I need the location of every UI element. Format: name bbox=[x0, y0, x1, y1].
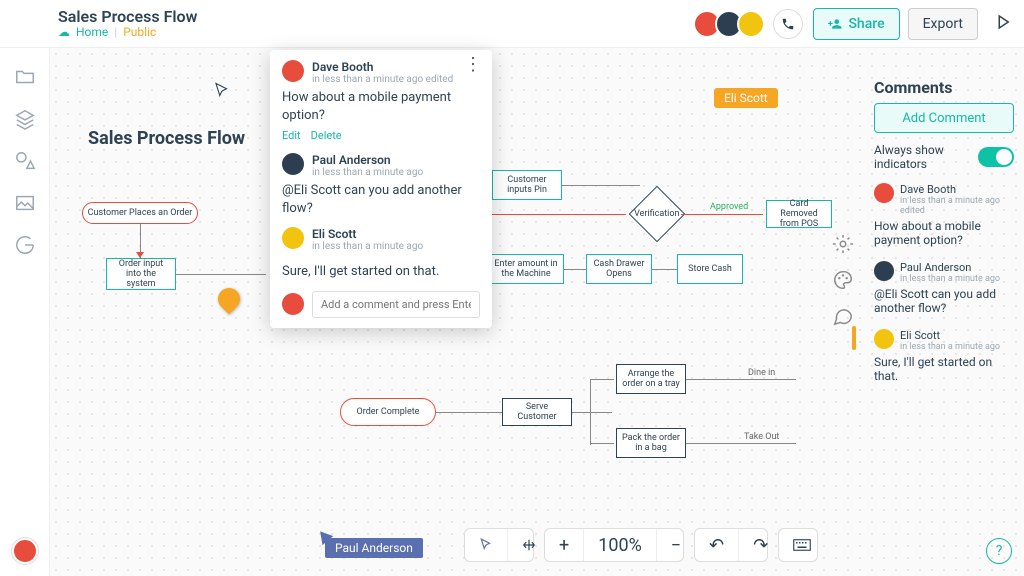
topbar: Sales Process Flow ☁ Home | Public Share… bbox=[0, 0, 1024, 48]
keyboard-icon[interactable] bbox=[779, 529, 825, 561]
breadcrumb: ☁ Home | Public bbox=[58, 26, 197, 39]
redo-button[interactable]: ↷ bbox=[739, 529, 782, 561]
kebab-menu-icon[interactable]: ⋮ bbox=[464, 60, 482, 69]
undo-button[interactable]: ↶ bbox=[695, 529, 739, 561]
edit-link[interactable]: Edit bbox=[282, 129, 301, 142]
avatar bbox=[282, 227, 304, 249]
node-enteramount[interactable]: Enter amount in the Machine bbox=[488, 254, 564, 284]
panel-comment[interactable]: Paul Andersonin less than a minute ago @… bbox=[874, 261, 1014, 315]
select-tool[interactable] bbox=[465, 529, 508, 561]
avatar bbox=[282, 293, 304, 315]
comment-input[interactable] bbox=[312, 291, 480, 318]
panel-title: Comments bbox=[874, 78, 1014, 97]
node-serve[interactable]: Serve Customer bbox=[502, 398, 572, 426]
panel-comment[interactable]: Eli Scottin less than a minute ago Sure,… bbox=[874, 329, 1014, 383]
user-highlight: Eli Scott bbox=[714, 88, 778, 108]
shapes-icon[interactable] bbox=[14, 150, 36, 172]
palette-icon[interactable] bbox=[832, 269, 854, 291]
node-sysinput[interactable]: Order input into the system bbox=[106, 258, 176, 290]
node-cardremove[interactable]: Card Removed from POS bbox=[766, 200, 832, 228]
breadcrumb-home[interactable]: Home bbox=[76, 26, 108, 39]
export-button[interactable]: Export bbox=[908, 8, 978, 40]
history-group: ↶ ↷ bbox=[694, 528, 768, 562]
comments-icon[interactable] bbox=[832, 305, 854, 327]
node-start[interactable]: Customer Places an Order bbox=[82, 202, 198, 224]
presence-avatars[interactable] bbox=[699, 10, 765, 38]
breadcrumb-visibility[interactable]: Public bbox=[123, 26, 156, 39]
always-show-label: Always show indicators bbox=[874, 143, 974, 171]
zoom-in[interactable]: + bbox=[545, 529, 584, 561]
comment-thread-popup: ⋮ Dave Boothin less than a minute ago ed… bbox=[270, 50, 492, 328]
present-button[interactable] bbox=[994, 13, 1012, 35]
diagram-title[interactable]: Sales Process Flow bbox=[88, 128, 245, 149]
always-show-toggle[interactable] bbox=[978, 147, 1014, 167]
node-custpin[interactable]: Customer inputs Pin bbox=[492, 170, 562, 200]
node-storecash[interactable]: Store Cash bbox=[677, 254, 743, 284]
avatar bbox=[282, 153, 304, 175]
node-arrangetray[interactable]: Arrange the order on a tray bbox=[616, 364, 686, 394]
comments-panel: Comments Add Comment Always show indicat… bbox=[864, 78, 1024, 397]
doc-title[interactable]: Sales Process Flow bbox=[58, 8, 197, 26]
image-icon[interactable] bbox=[14, 192, 36, 214]
cursor-icon bbox=[213, 82, 231, 105]
live-cursor-label: Paul Anderson bbox=[325, 538, 423, 558]
node-packbag[interactable]: Pack the order in a bag bbox=[616, 428, 686, 458]
left-sidebar bbox=[0, 48, 50, 576]
pointer-tool-group bbox=[464, 528, 534, 562]
avatar bbox=[874, 183, 894, 203]
share-button[interactable]: Share bbox=[813, 8, 899, 40]
gear-icon[interactable] bbox=[832, 233, 854, 255]
cloud-icon: ☁ bbox=[58, 26, 70, 39]
avatar bbox=[874, 261, 894, 281]
google-icon[interactable] bbox=[14, 234, 36, 256]
right-tool-rail bbox=[832, 233, 854, 327]
edge-dinein: Dine in bbox=[748, 368, 775, 378]
avatar bbox=[874, 329, 894, 349]
my-avatar[interactable] bbox=[12, 538, 38, 564]
call-button[interactable] bbox=[773, 9, 803, 39]
user-plus-icon bbox=[828, 17, 842, 31]
comment-indicator[interactable] bbox=[213, 283, 244, 314]
avatar[interactable] bbox=[737, 10, 765, 38]
zoom-out[interactable]: − bbox=[657, 529, 695, 561]
avatar bbox=[282, 60, 304, 82]
edge-approved: Approved bbox=[710, 202, 748, 212]
zoom-value[interactable]: 100% bbox=[584, 529, 657, 561]
node-verify[interactable]: Verification bbox=[629, 186, 686, 243]
add-comment-button[interactable]: Add Comment bbox=[874, 103, 1014, 133]
zoom-group: + 100% − bbox=[544, 528, 684, 562]
folder-icon[interactable] bbox=[14, 66, 36, 88]
help-button[interactable]: ? bbox=[986, 538, 1012, 564]
panel-comment[interactable]: Dave Boothin less than a minute ago edit… bbox=[874, 183, 1014, 247]
keyboard-group bbox=[778, 528, 818, 562]
layers-icon[interactable] bbox=[14, 108, 36, 130]
delete-link[interactable]: Delete bbox=[311, 129, 342, 142]
edge-takeout: Take Out bbox=[744, 432, 779, 442]
rail-accent bbox=[852, 326, 856, 350]
node-complete[interactable]: Order Complete bbox=[340, 398, 436, 426]
node-draweropens[interactable]: Cash Drawer Opens bbox=[586, 254, 652, 284]
